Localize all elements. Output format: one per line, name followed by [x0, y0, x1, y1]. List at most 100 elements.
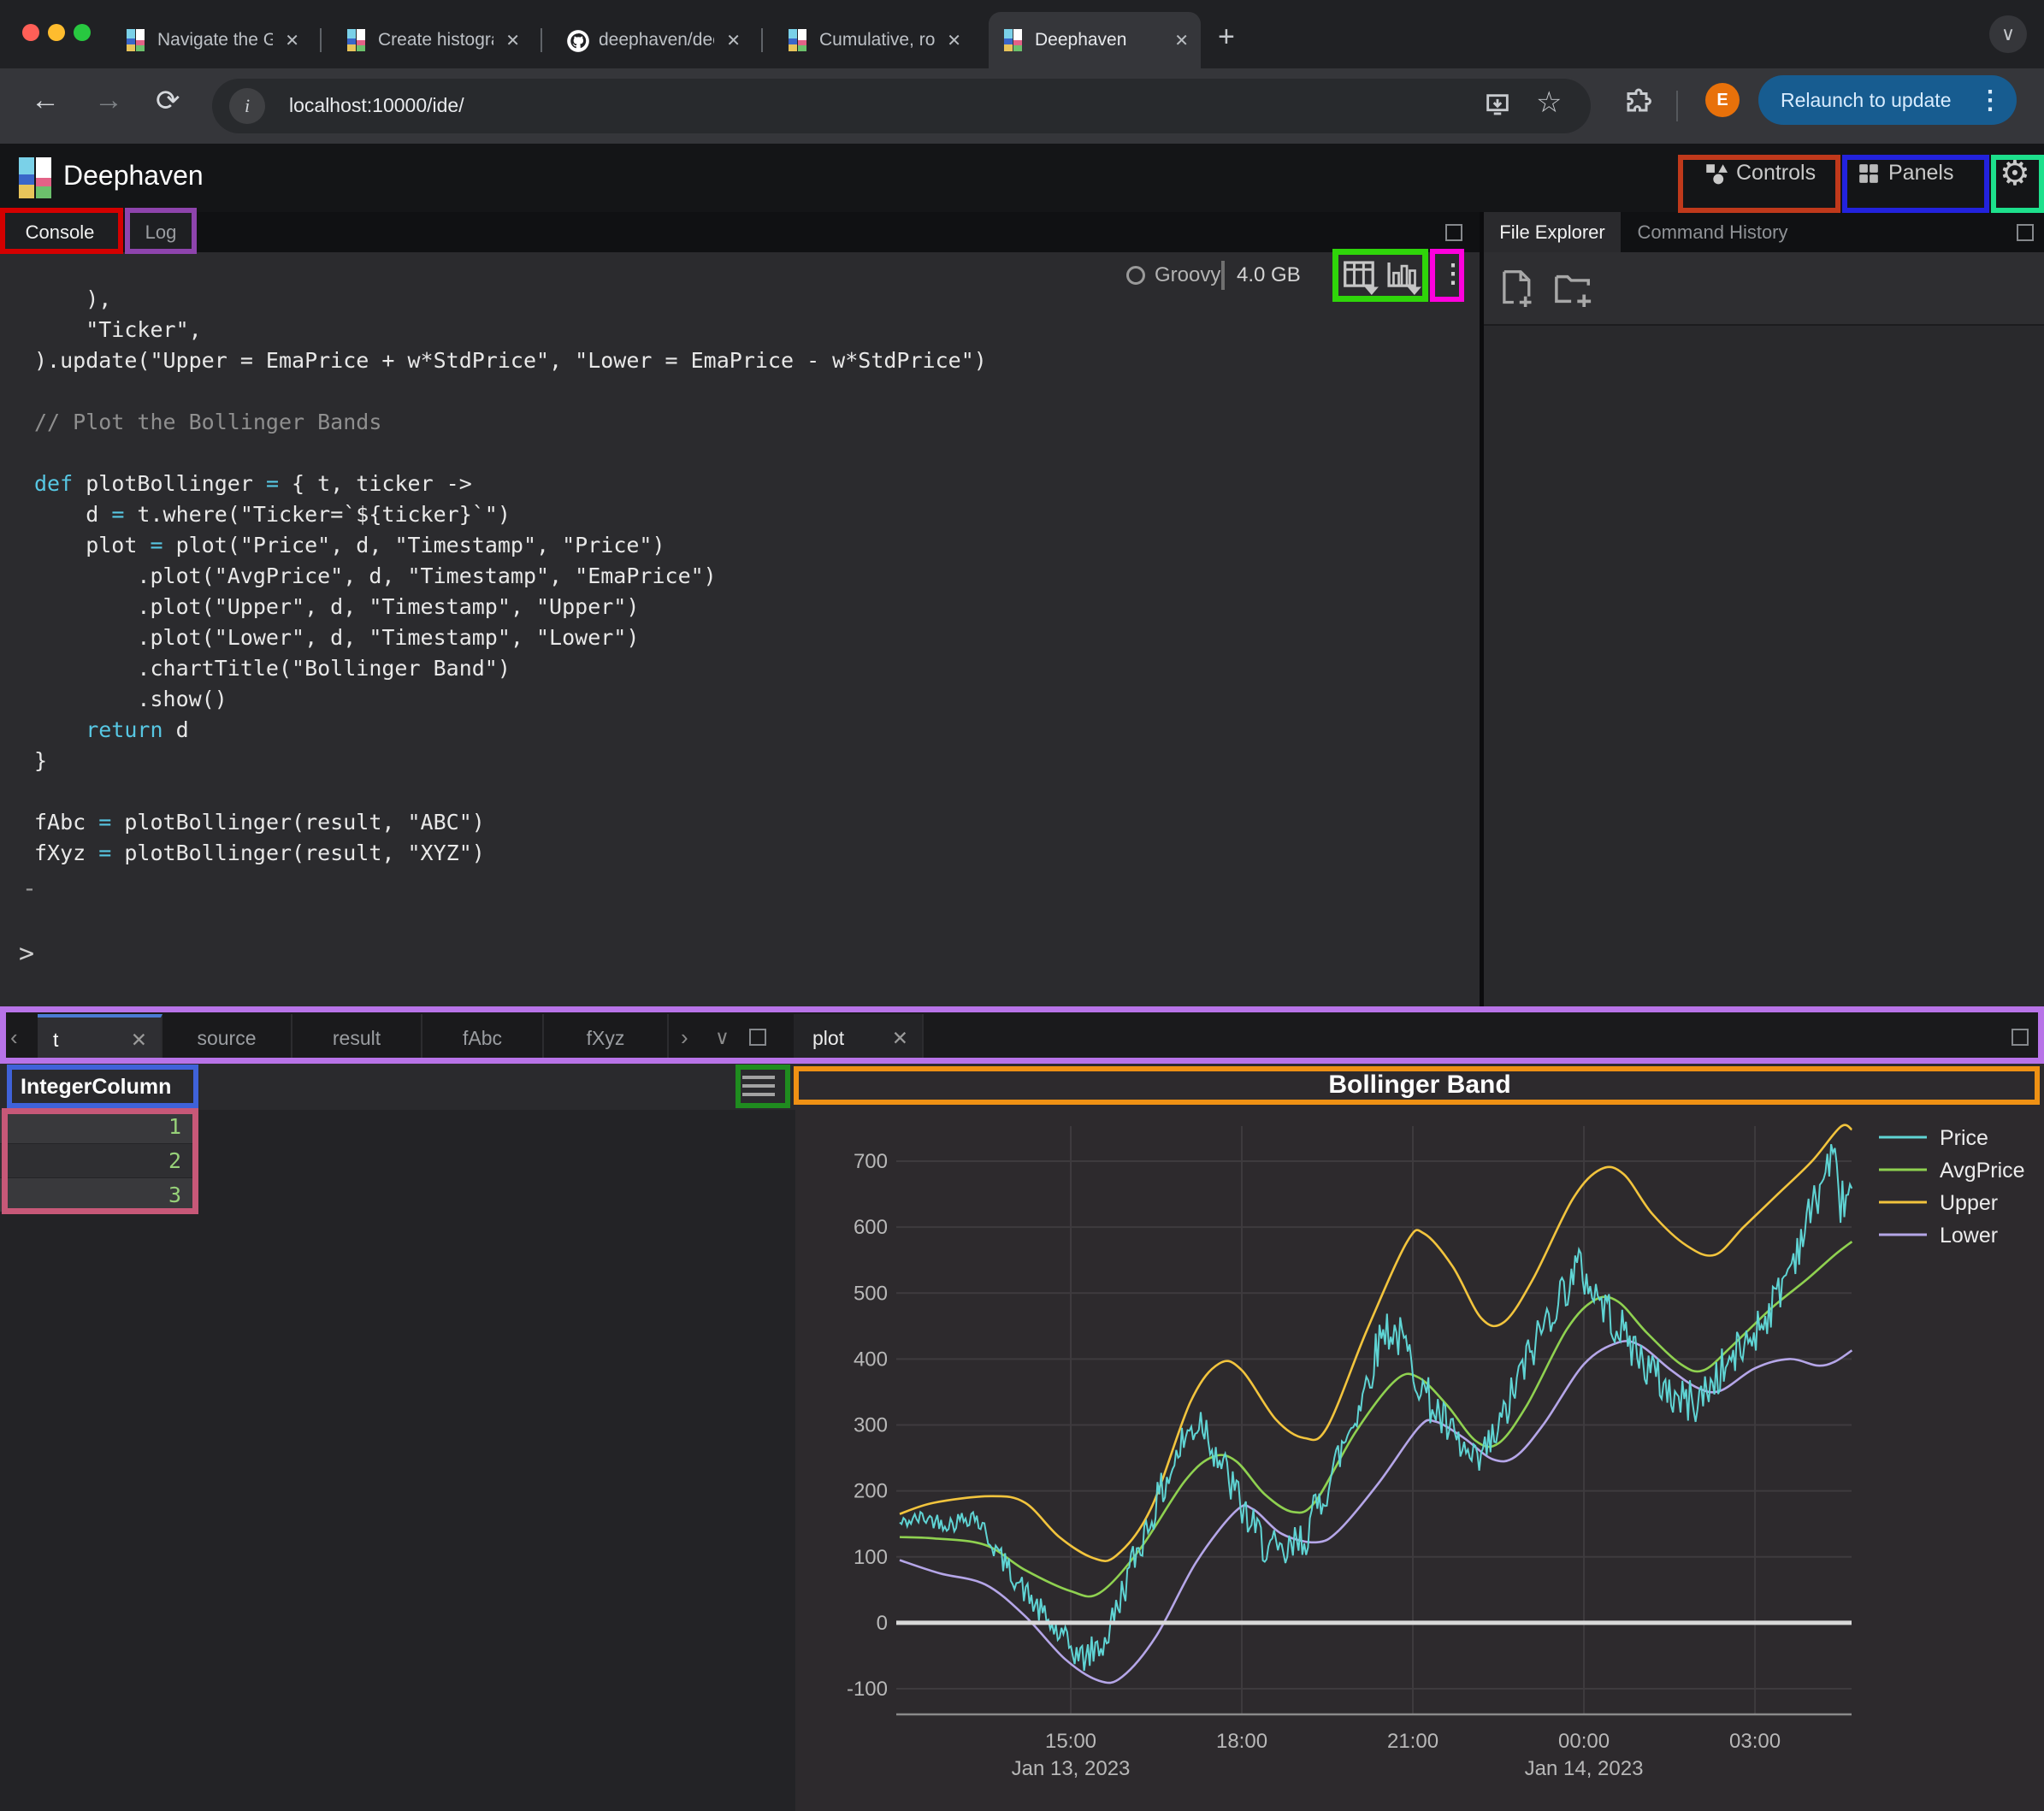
minimize-window-button[interactable] — [48, 24, 65, 41]
back-icon[interactable]: ← — [31, 84, 60, 117]
fold-gutter-marker[interactable]: - — [22, 874, 37, 902]
table-panel: IntegerColumn 123 — [0, 1064, 795, 1811]
tab-log[interactable]: Log — [127, 212, 195, 252]
svg-text:18:00: 18:00 — [1216, 1730, 1267, 1753]
bollinger-chart[interactable]: 7006005004003002001000-10015:0018:0021:0… — [795, 1064, 2044, 1811]
plot-panel-maximize-icon[interactable] — [2012, 1029, 2029, 1046]
table-options-hamburger-icon[interactable] — [742, 1076, 775, 1096]
bottom-tab-result[interactable]: result — [292, 1014, 422, 1063]
tabs-dropdown-chevron-icon[interactable]: ∨ — [715, 1026, 730, 1049]
tab-file-explorer[interactable]: File Explorer — [1484, 212, 1621, 252]
close-tab-icon[interactable]: ✕ — [285, 30, 299, 51]
sidebar-maximize-icon[interactable] — [2017, 224, 2034, 241]
extensions-icon[interactable] — [1623, 87, 1654, 118]
relaunch-button[interactable]: Relaunch to update ⋮ — [1758, 75, 2017, 125]
bottom-tab-fAbc[interactable]: fAbc — [422, 1014, 544, 1063]
table-row[interactable]: 3 — [0, 1178, 198, 1212]
bookmark-star-icon[interactable]: ☆ — [1536, 86, 1562, 120]
code-line: return d — [34, 715, 189, 746]
tab-title: Cumulative, rolling, an — [819, 30, 935, 50]
tab-title: deephaven/deephaven — [599, 30, 714, 50]
panels-grid-icon — [1858, 162, 1880, 185]
svg-text:200: 200 — [854, 1480, 888, 1503]
close-icon[interactable]: ✕ — [892, 1027, 908, 1050]
browser-tab-4[interactable]: Cumulative, rolling, an ✕ — [773, 12, 973, 68]
url-text: localhost:10000/ide/ — [289, 94, 464, 117]
tabs-scroll-left-icon[interactable]: ‹ — [10, 1024, 18, 1051]
new-file-icon[interactable] — [1499, 269, 1535, 307]
browser-profile-avatar[interactable]: E — [1705, 83, 1740, 117]
browser-tab-1[interactable]: Navigate the GUI | Dee✕ — [111, 12, 311, 68]
bottom-tab-source[interactable]: source — [162, 1014, 292, 1063]
browser-menu-kebab-icon[interactable]: ⋮ — [1977, 86, 2003, 115]
tabs-scroll-right-icon[interactable]: › — [681, 1024, 688, 1051]
tab-separator — [320, 28, 322, 52]
code-line: .plot("Upper", d, "Timestamp", "Upper") — [34, 592, 639, 622]
browser-tab-5[interactable]: Deephaven✕ — [989, 12, 1201, 68]
panels-button[interactable]: Panels — [1858, 161, 1953, 186]
svg-text:-100: -100 — [847, 1678, 888, 1701]
panel-divider[interactable] — [1480, 212, 1484, 1012]
new-folder-icon[interactable] — [1554, 271, 1593, 307]
svg-text:Upper: Upper — [1940, 1191, 1998, 1215]
deephaven-favicon-icon — [1002, 29, 1025, 51]
bottom-tab-label: result — [333, 1027, 381, 1050]
svg-text:400: 400 — [854, 1348, 888, 1371]
code-line — [34, 776, 47, 807]
close-tab-icon[interactable]: ✕ — [947, 30, 961, 51]
svg-text:Price: Price — [1940, 1126, 1988, 1150]
table-row[interactable]: 1 — [0, 1110, 198, 1144]
console-overflow-kebab-icon[interactable]: ⋮ — [1440, 259, 1466, 289]
code-line: "Ticker", — [34, 315, 202, 345]
install-app-icon[interactable] — [1483, 91, 1512, 120]
relaunch-label: Relaunch to update — [1781, 89, 1952, 112]
controls-shapes-icon — [1704, 162, 1728, 186]
controls-button[interactable]: Controls — [1704, 161, 1816, 186]
close-tab-icon[interactable]: ✕ — [726, 30, 741, 51]
browser-tab-3[interactable]: deephaven/deephaven ✕ — [552, 12, 753, 68]
tab-console[interactable]: Console — [0, 212, 120, 252]
bottom-tab-fXyz[interactable]: fXyz — [544, 1014, 669, 1063]
url-bar[interactable]: i localhost:10000/ide/ ☆ — [212, 79, 1591, 133]
close-tab-icon[interactable]: ✕ — [1174, 30, 1189, 51]
bottom-tab-label: t — [53, 1029, 58, 1052]
close-tab-icon[interactable]: ✕ — [505, 30, 520, 51]
code-editor[interactable]: ), "Ticker",).update("Upper = EmaPrice +… — [34, 289, 1471, 874]
code-line: // Plot the Bollinger Bands — [34, 407, 381, 438]
console-panel: Groovy 4.0 GB ⋮ ), "Ticker",).update("Up… — [0, 252, 1480, 1012]
column-header-integercolumn[interactable]: IntegerColumn — [21, 1075, 171, 1100]
console-language-label: Groovy — [1155, 263, 1220, 287]
svg-text:0: 0 — [877, 1612, 888, 1635]
bottom-tabstrip: ‹ t✕sourceresultfAbcfXyz › ∨ plot ✕ — [0, 1012, 2044, 1064]
new-tab-button[interactable]: + — [1218, 21, 1235, 54]
table-panel-maximize-icon[interactable] — [749, 1029, 766, 1046]
file-explorer-toolbar — [1484, 252, 2044, 326]
zoom-window-button[interactable] — [74, 24, 91, 41]
code-line: ), — [34, 289, 111, 315]
bottom-tab-label: source — [197, 1027, 256, 1050]
session-status-icon — [1126, 266, 1145, 285]
bottom-tab-label: fAbc — [463, 1027, 502, 1050]
settings-gear-icon[interactable]: ⚙ — [2000, 154, 2030, 193]
table-row[interactable]: 2 — [0, 1144, 198, 1178]
github-favicon-icon — [566, 29, 588, 51]
site-info-icon[interactable]: i — [229, 88, 265, 124]
tab-plot[interactable]: plot ✕ — [794, 1014, 924, 1063]
tab-search-chevron-button[interactable]: ∨ — [1989, 15, 2027, 53]
code-line: fXyz = plotBollinger(result, "XYZ") — [34, 838, 485, 869]
browser-tab-2[interactable]: Create histograms | De✕ — [332, 12, 532, 68]
console-maximize-icon[interactable] — [1445, 224, 1462, 241]
svg-text:AvgPrice: AvgPrice — [1940, 1159, 2025, 1183]
code-line: .chartTitle("Bollinger Band") — [34, 653, 511, 684]
code-line: .plot("AvgPrice", d, "Timestamp", "EmaPr… — [34, 561, 717, 592]
tab-command-history[interactable]: Command History — [1621, 212, 1805, 252]
app-title: Deephaven — [63, 160, 204, 192]
forward-icon[interactable]: → — [94, 84, 123, 117]
code-line: plot = plot("Price", d, "Timestamp", "Pr… — [34, 530, 665, 561]
bottom-tab-t[interactable]: t✕ — [38, 1014, 162, 1063]
code-line: } — [34, 746, 47, 776]
reload-icon[interactable]: ⟳ — [156, 84, 180, 118]
close-icon[interactable]: ✕ — [131, 1029, 147, 1052]
code-line — [34, 376, 47, 407]
close-window-button[interactable] — [22, 24, 39, 41]
